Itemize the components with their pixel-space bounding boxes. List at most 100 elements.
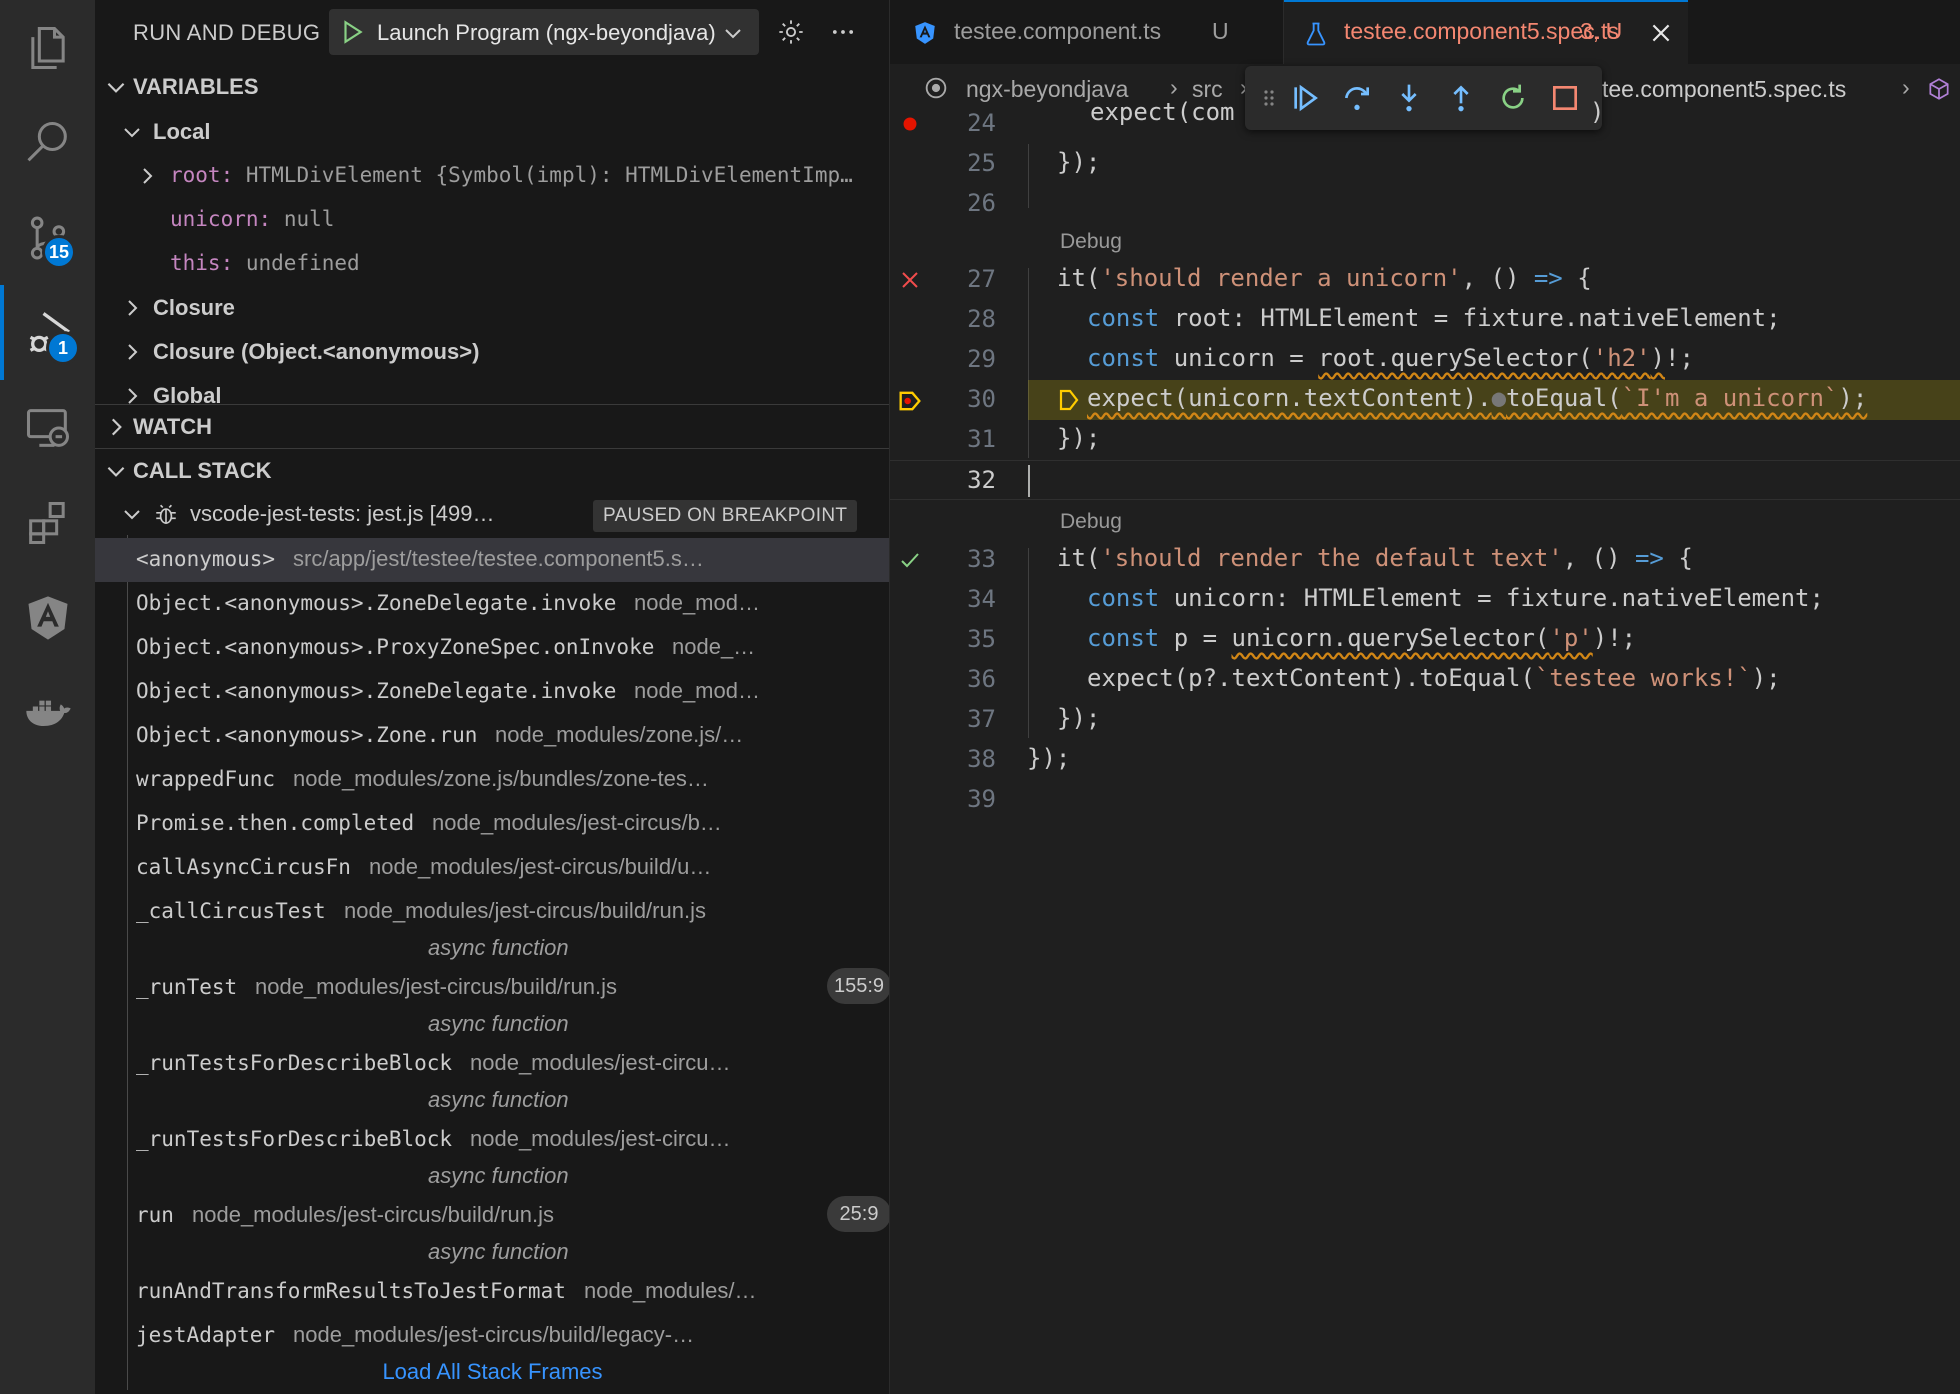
- tab-testee-component[interactable]: testee.component.ts U: [890, 0, 1284, 64]
- code-editor[interactable]: 24 expect(com ) 25 }); 26 Debug 27 it('s…: [890, 98, 1960, 1394]
- gear-icon[interactable]: [777, 18, 805, 46]
- stack-frame-function: Object.<anonymous>.Zone.run: [136, 723, 478, 747]
- code-string: `testee works!`: [1534, 664, 1752, 692]
- stack-frame-path: node_modules/zone.js/…: [495, 722, 744, 747]
- stack-frame[interactable]: _runTestsForDescribeBlock node_modules/je…: [95, 1042, 889, 1082]
- remote-explorer-icon[interactable]: [0, 380, 95, 475]
- code-token: unicorn.querySelector(: [1231, 624, 1550, 652]
- run-debug-sidebar: RUN AND DEBUG Launch Program (ngx-beyond…: [95, 0, 890, 1394]
- stack-frame-function: Object.<anonymous>.ZoneDelegate.invoke: [136, 679, 617, 703]
- debug-badge: 1: [46, 331, 80, 365]
- code-token: )!;: [1592, 624, 1637, 652]
- angular-file-icon: [915, 22, 935, 44]
- async-boundary: async function: [95, 1158, 889, 1198]
- line-number: 28: [967, 305, 996, 333]
- scope-local[interactable]: Local: [95, 112, 889, 152]
- line-number: 31: [967, 425, 996, 453]
- stack-frame[interactable]: _callCircusTest node_modules/jest-circus/…: [95, 890, 889, 930]
- test-flask-icon: [1306, 22, 1326, 46]
- line-number: 26: [967, 189, 996, 217]
- tab-testee-component5-spec[interactable]: testee.component5.spec.ts 3, U: [1284, 0, 1688, 64]
- debug-code-lens[interactable]: Debug: [1060, 230, 1122, 254]
- explorer-icon[interactable]: [0, 0, 95, 95]
- async-label: async function: [428, 1239, 569, 1264]
- breadcrumb-separator-icon: ›: [1902, 74, 1910, 100]
- breadcrumb-item[interactable]: tee.component5.spec.ts: [1602, 76, 1846, 103]
- scope-global[interactable]: Global: [95, 376, 889, 404]
- stack-frame[interactable]: Object.<anonymous>.ZoneDelegate.invoke no…: [95, 582, 889, 622]
- stack-frame[interactable]: run node_modules/jest-circus/build/run.js…: [95, 1194, 889, 1234]
- call-stack-section-header[interactable]: CALL STACK: [95, 452, 889, 492]
- launch-config-select[interactable]: Launch Program (ngx-beyondjava): [329, 9, 759, 55]
- stack-frame[interactable]: wrappedFunc node_modules/zone.js/bundles/…: [95, 758, 889, 798]
- docker-icon[interactable]: [0, 665, 95, 760]
- variable-row-unicorn[interactable]: unicorn: null: [95, 200, 889, 240]
- start-debug-icon[interactable]: [339, 19, 365, 45]
- inline-pause-icon: [1059, 389, 1079, 411]
- debug-code-lens[interactable]: Debug: [1060, 510, 1122, 534]
- async-boundary: async function: [95, 1082, 889, 1122]
- code-token: toEqual(: [1506, 384, 1622, 412]
- scope-closure[interactable]: Closure: [95, 288, 889, 328]
- stack-frame[interactable]: Object.<anonymous>.ProxyZoneSpec.onInvok…: [95, 626, 889, 666]
- variable-name: unicorn:: [170, 207, 272, 231]
- close-icon[interactable]: [1648, 20, 1674, 46]
- code-line-38: 38 });: [890, 740, 1960, 780]
- stack-frame[interactable]: <anonymous> src/app/jest/testee/testee.co…: [95, 538, 889, 582]
- breadcrumb-separator-icon: ›: [1170, 74, 1178, 100]
- source-control-icon[interactable]: 15: [0, 190, 95, 285]
- angular-icon[interactable]: [0, 570, 95, 665]
- stack-frame-function: <anonymous>: [136, 547, 276, 571]
- stack-frame[interactable]: runAndTransformResultsToJestFormat node_m…: [95, 1270, 889, 1310]
- watch-section-header[interactable]: WATCH: [95, 408, 889, 448]
- run-debug-icon[interactable]: 1: [0, 285, 95, 380]
- stack-frame-function: runAndTransformResultsToJestFormat: [136, 1279, 566, 1303]
- stack-frame-function: callAsyncCircusFn: [136, 855, 351, 879]
- async-label: async function: [428, 1011, 569, 1036]
- sidebar-title: RUN AND DEBUG: [133, 20, 321, 45]
- extensions-icon[interactable]: [0, 475, 95, 570]
- code-line-26: 26: [890, 184, 1960, 224]
- line-number: 27: [967, 265, 996, 293]
- code-line-29: 29 const unicorn = root.querySelector('h…: [890, 340, 1960, 380]
- section-divider: [95, 448, 889, 449]
- scope-closure-object[interactable]: Closure (Object.<anonymous>): [95, 332, 889, 372]
- code-token: root.querySelector(: [1318, 344, 1593, 372]
- chevron-down-icon[interactable]: [721, 21, 745, 45]
- symbol-icon: [1929, 78, 1949, 100]
- search-icon[interactable]: [0, 95, 95, 190]
- stack-frame[interactable]: Object.<anonymous>.ZoneDelegate.invoke no…: [95, 670, 889, 710]
- scope-label: Closure (Object.<anonymous>): [153, 339, 480, 364]
- code-line-37: 37 });: [890, 700, 1960, 740]
- code-token: p =: [1159, 624, 1232, 652]
- stack-frame[interactable]: _runTestsForDescribeBlock node_modules/je…: [95, 1118, 889, 1158]
- variable-row-root[interactable]: root: HTMLDivElement {Symbol(impl): HTML…: [95, 156, 889, 196]
- stack-frame[interactable]: _runTest node_modules/jest-circus/build/r…: [95, 966, 889, 1006]
- load-all-frames-label: Load All Stack Frames: [382, 1359, 603, 1384]
- stack-frame[interactable]: jestAdapter node_modules/jest-circus/buil…: [95, 1314, 889, 1354]
- variables-section-header[interactable]: VARIABLES: [95, 68, 889, 108]
- code-token: unicorn =: [1159, 344, 1319, 372]
- code-line-28: 28 const root: HTMLElement = fixture.nat…: [890, 300, 1960, 340]
- debug-session[interactable]: vscode-jest-tests: jest.js [499… PAUSED …: [95, 494, 889, 534]
- code-token: unicorn: HTMLElement = fixture.nativeEle…: [1159, 584, 1824, 612]
- stack-frame[interactable]: Promise.then.completed node_modules/jest-…: [95, 802, 889, 842]
- line-number: 32: [967, 466, 996, 494]
- line-number: 33: [967, 545, 996, 573]
- variable-value: undefined: [245, 251, 360, 275]
- editor-area: testee.component.ts U testee.component5.…: [890, 0, 1960, 1394]
- stack-frame[interactable]: callAsyncCircusFn node_modules/jest-circu…: [95, 846, 889, 886]
- code-line-25: 25 });: [890, 144, 1960, 184]
- variable-row-this[interactable]: this: undefined: [95, 244, 889, 284]
- code-token: it(: [1057, 544, 1101, 572]
- stack-frame-path: node_mod…: [634, 590, 760, 615]
- code-token: {: [1663, 544, 1693, 572]
- stack-frame-path: node_modules/jest-circus/build/legacy-…: [293, 1322, 695, 1347]
- stack-frame-function: _runTestsForDescribeBlock: [136, 1127, 453, 1151]
- more-actions-icon[interactable]: [829, 18, 857, 46]
- folder-root-icon: [925, 77, 947, 99]
- code-token: !;: [1665, 344, 1694, 372]
- load-all-frames-link[interactable]: Load All Stack Frames: [95, 1352, 889, 1392]
- stack-frame[interactable]: Object.<anonymous>.Zone.run node_modules/…: [95, 714, 889, 754]
- code-keyword: const: [1087, 584, 1160, 612]
